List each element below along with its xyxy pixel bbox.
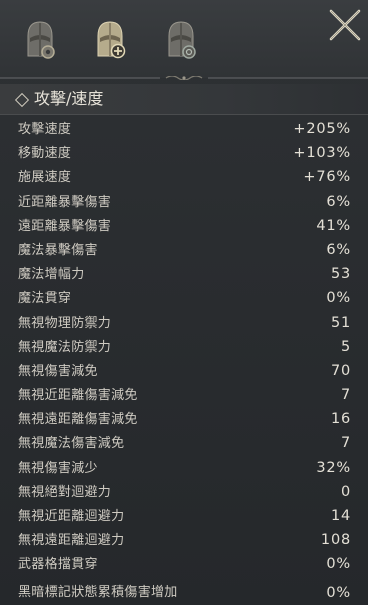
stat-row: 無視絕對迴避力 0 <box>0 481 368 505</box>
stat-label: 無視遠距離迴避力 <box>18 533 125 549</box>
stat-row: 無視傷害減少 32% <box>0 457 368 481</box>
stat-label: 無視近距離迴避力 <box>18 509 125 524</box>
stat-row: 無視物理防禦力 51 <box>0 312 368 336</box>
stat-value: 16 <box>330 411 351 428</box>
stat-value: 70 <box>330 362 351 379</box>
stat-value: 5 <box>340 338 351 355</box>
stat-row: 施展速度 +76% <box>0 166 368 190</box>
stat-row: 移動速度 +103% <box>0 142 368 166</box>
stat-label: 移動速度 <box>18 146 72 162</box>
stat-value: 51 <box>330 314 351 331</box>
stat-row: 魔法增幅力 53 <box>0 263 368 287</box>
stat-row: 近距離暴擊傷害 6% <box>0 191 368 215</box>
close-x-icon <box>329 9 361 41</box>
stat-label: 無視傷害減免 <box>18 363 98 379</box>
stats-panel: 攻擊/速度 攻擊速度 +205% 移動速度 +103% 施展速度 +76% 近距離暴擊傷害 6… <box>0 0 368 605</box>
stat-label: 遠距離暴擊傷害 <box>18 218 112 234</box>
stat-value: +103% <box>293 145 351 162</box>
stat-value: 32% <box>316 459 351 476</box>
stat-value: 7 <box>340 387 351 404</box>
stat-value: 0 <box>340 483 351 500</box>
helmet-shield-icon[interactable] <box>161 18 201 64</box>
stat-row: 遠距離暴擊傷害 41% <box>0 215 368 239</box>
stat-row: 無視遠距離迴避力 108 <box>0 529 368 553</box>
stat-row: 攻擊速度 +205% <box>0 118 368 142</box>
stat-row: 魔法貫穿 0% <box>0 287 368 311</box>
stat-row: 無視近距離迴避力 14 <box>0 505 368 529</box>
helmet-gear-icon[interactable] <box>20 18 60 64</box>
stat-value: 53 <box>330 266 351 283</box>
stat-value: 14 <box>330 508 351 524</box>
stat-value: 41% <box>316 217 351 234</box>
stat-value: 0% <box>326 556 351 573</box>
stat-value: 108 <box>320 532 351 549</box>
tab-bar <box>0 0 368 78</box>
stat-label: 無視近距離傷害減免 <box>18 388 138 404</box>
stat-label: 施展速度 <box>18 170 72 186</box>
tab-divider <box>0 76 368 80</box>
stat-label: 攻擊速度 <box>18 122 72 137</box>
stat-label: 無視遠距離傷害減免 <box>18 412 138 428</box>
stat-row: 無視魔法傷害減免 7 <box>0 432 368 456</box>
stat-row: 無視近距離傷害減免 7 <box>0 384 368 408</box>
stat-label: 無視魔法傷害減免 <box>18 436 125 452</box>
stat-label: 武器格擋貫穿 <box>18 557 98 573</box>
helmet-plus-icon[interactable] <box>90 18 130 64</box>
stat-value: +76% <box>303 169 351 186</box>
stat-label: 近距離暴擊傷害 <box>18 194 112 210</box>
stat-label: 無視物理防禦力 <box>18 315 112 331</box>
stat-row: 無視魔法防禦力 5 <box>0 336 368 360</box>
stat-row: 無視遠距離傷害減免 16 <box>0 408 368 432</box>
stat-row: 武器格擋貫穿 0% <box>0 553 368 577</box>
section-title: 攻擊/速度 <box>34 89 104 108</box>
stat-label: 魔法增幅力 <box>18 267 85 283</box>
stat-label: 無視魔法防禦力 <box>18 339 112 355</box>
bottom-fade <box>0 599 368 605</box>
stat-value: 6% <box>326 241 351 258</box>
stat-label: 魔法貫穿 <box>18 291 72 307</box>
stat-row: 無視傷害減免 70 <box>0 360 368 384</box>
close-button[interactable] <box>328 8 362 42</box>
stat-label: 無視絕對迴避力 <box>18 484 112 500</box>
stat-value: 7 <box>340 435 351 452</box>
stat-value: 0% <box>326 290 351 307</box>
stat-value: +205% <box>293 121 351 137</box>
stat-row: 魔法暴擊傷害 6% <box>0 239 368 263</box>
stats-list: 攻擊速度 +205% 移動速度 +103% 施展速度 +76% 近距離暴擊傷害 6% 遠距離暴擊… <box>0 118 368 602</box>
stat-value: 6% <box>326 193 351 210</box>
stat-label: 無視傷害減少 <box>18 460 98 476</box>
stat-label: 魔法暴擊傷害 <box>18 242 98 258</box>
